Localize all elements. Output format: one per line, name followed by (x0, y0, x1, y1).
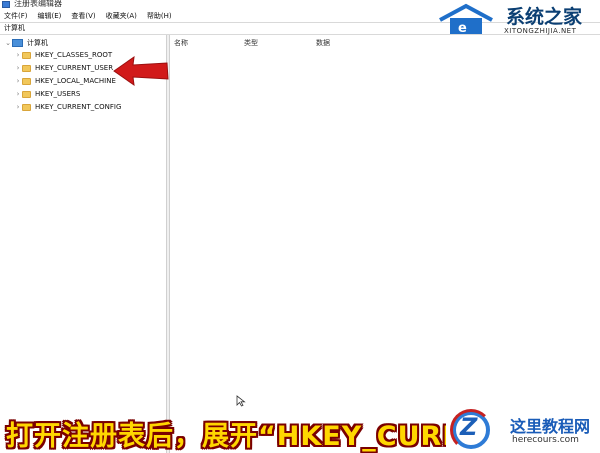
menu-edit[interactable]: 编辑(E) (38, 11, 62, 21)
folder-icon (22, 77, 31, 85)
mouse-cursor-icon (236, 395, 246, 407)
tree-node-label: HKEY_CURRENT_USER (35, 64, 114, 72)
site-title: 这里教程网 (510, 417, 591, 436)
chevron-down-icon[interactable]: ⌄ (4, 39, 12, 47)
z-letter: Z (460, 413, 478, 441)
regedit-icon (2, 1, 10, 8)
tree-node-label: HKEY_LOCAL_MACHINE (35, 77, 116, 85)
site-name: 系统之家 (506, 6, 583, 28)
tree-node-hkey-classes-root[interactable]: › HKEY_CLASSES_ROOT (14, 49, 113, 61)
tree-node-label: HKEY_CURRENT_CONFIG (35, 103, 122, 111)
house-logo-icon: e (439, 3, 493, 36)
tree-node-hkey-local-machine[interactable]: › HKEY_LOCAL_MACHINE (14, 75, 116, 87)
tree-node-hkey-users[interactable]: › HKEY_USERS (14, 88, 81, 100)
column-type[interactable]: 类型 (244, 38, 258, 48)
folder-icon (22, 64, 31, 72)
chevron-right-icon[interactable]: › (14, 77, 22, 85)
tree-node-hkey-current-user[interactable]: › HKEY_CURRENT_USER (14, 62, 114, 74)
list-header: 名称 类型 数据 (170, 38, 600, 50)
menu-view[interactable]: 查看(V) (71, 11, 95, 21)
folder-icon (22, 51, 31, 59)
red-arrow-icon (113, 55, 169, 87)
folder-icon (22, 90, 31, 98)
menu-favorites[interactable]: 收藏夹(A) (106, 11, 137, 21)
chevron-right-icon[interactable]: › (14, 64, 22, 72)
address-path: 计算机 (4, 24, 25, 32)
tree-node-label: HKEY_CLASSES_ROOT (35, 51, 113, 59)
tree-node-hkey-current-config[interactable]: › HKEY_CURRENT_CONFIG (14, 101, 122, 113)
computer-icon (12, 39, 23, 47)
column-data[interactable]: 数据 (316, 38, 330, 48)
site-logo-bottom: Z 这里教程网 herecours.com (446, 405, 600, 453)
site-url: XITONGZHIJIA.NET (504, 27, 577, 35)
tree-node-label: 计算机 (27, 39, 48, 47)
tree-node-computer[interactable]: ⌄ 计算机 (4, 37, 48, 49)
chevron-right-icon[interactable]: › (14, 90, 22, 98)
menu-file[interactable]: 文件(F) (4, 11, 28, 21)
tutorial-caption: 打开注册表后，展开“HKEY_CURRE (6, 421, 484, 452)
menu-help[interactable]: 帮助(H) (147, 11, 172, 21)
column-name[interactable]: 名称 (174, 38, 188, 48)
svg-text:e: e (458, 21, 467, 36)
pane-splitter[interactable] (166, 35, 170, 453)
chevron-right-icon[interactable]: › (14, 51, 22, 59)
site-url: herecours.com (512, 435, 579, 445)
window-title: 注册表编辑器 (14, 0, 62, 8)
tree-node-label: HKEY_USERS (35, 90, 81, 98)
chevron-right-icon[interactable]: › (14, 103, 22, 111)
folder-icon (22, 103, 31, 111)
site-logo-top: e 系统之家 XITONGZHIJIA.NET (436, 0, 600, 38)
